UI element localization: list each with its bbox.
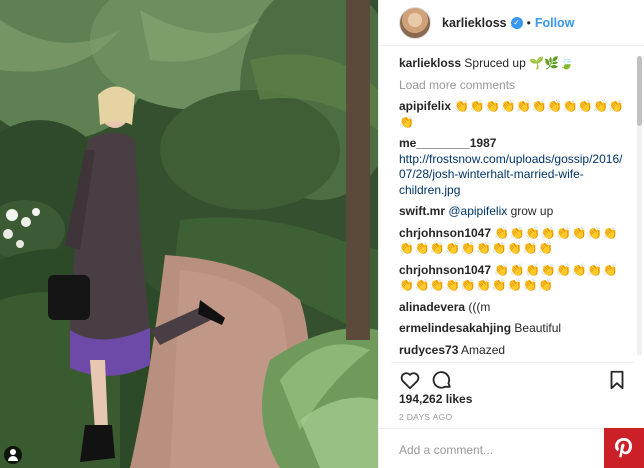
comment-icon[interactable] [431,369,453,391]
comment-mention[interactable]: @apipifelix [448,204,507,218]
header-username[interactable]: karliekloss [442,16,507,30]
comment-link[interactable]: http://frostsnow.com/uploads/gossip/2016… [399,152,622,197]
comment-text: grow up [510,204,554,218]
photo-scene [0,0,378,468]
post-photo[interactable] [0,0,378,468]
comment-item: rudyces73 Amazed [399,343,628,357]
caption-text: Spruced up [464,56,526,70]
pinterest-icon[interactable] [604,428,644,468]
comment-username[interactable]: alinadevera [399,300,465,314]
comment-item: alinadevera (((m [399,300,628,316]
comment-text: Amazed [461,342,506,357]
comment-username[interactable]: chrjohnson1047 [399,263,491,277]
comment-username[interactable]: apipifelix [399,99,451,113]
action-bar [391,362,634,390]
comment-item: apipifelix 👏👏👏👏👏👏👏👏👏👏👏👏 [399,99,628,130]
post-panel: karliekloss ✓ • Follow karliekloss Spruc… [378,0,644,468]
follow-button[interactable]: Follow [535,16,575,30]
bookmark-icon[interactable] [606,369,628,391]
comment-username[interactable]: swift.mr [399,204,445,218]
comment-item: me________1987 http://frostsnow.com/uplo… [399,136,628,198]
comment-item: chrjohnson1047 👏👏👏👏👏👏👏👏👏👏👏👏👏👏👏👏👏👏 [399,263,628,294]
comment-item: swift.mr @apipifelix grow up [399,204,628,220]
caption-emoji: 🌱🌿🍃 [529,56,574,70]
comment-item: ermelindesakahjing Beautiful [399,321,628,337]
comments-list[interactable]: karliekloss Spruced up 🌱🌿🍃 Load more com… [399,56,628,356]
comments-scrollbar[interactable] [637,56,642,356]
comment-item: chrjohnson1047 👏👏👏👏👏👏👏👏👏👏👏👏👏👏👏👏👏👏 [399,226,628,257]
comment-username[interactable]: rudyces73 [399,343,458,357]
post-header: karliekloss ✓ • Follow [379,0,644,46]
load-more-comments-button[interactable]: Load more comments [399,78,628,94]
heart-icon[interactable] [399,369,421,391]
post-timestamp[interactable]: 2 DAYS AGO [399,412,452,422]
separator-dot: • [526,15,531,30]
comment-username[interactable]: chrjohnson1047 [399,226,491,240]
caption-username[interactable]: karliekloss [399,56,461,70]
add-comment-input[interactable] [399,441,589,459]
comment-username[interactable]: ermelindesakahjing [399,321,511,335]
user-tag-icon[interactable] [4,446,22,464]
comment-composer [379,428,644,468]
comment-text: (((m [468,299,491,314]
comment-username[interactable]: me________1987 [399,136,496,150]
scrollbar-thumb[interactable] [637,56,642,126]
likes-count[interactable]: 194,262 likes [399,392,472,406]
verified-badge-icon: ✓ [510,16,523,29]
caption: karliekloss Spruced up 🌱🌿🍃 [399,56,628,72]
avatar[interactable] [399,6,431,39]
comment-text: Beautiful [514,321,562,335]
